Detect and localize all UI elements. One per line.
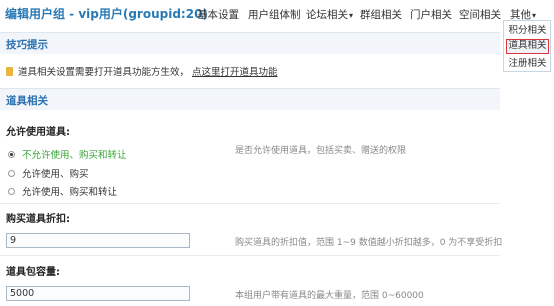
tips-header: 技巧提示 — [0, 32, 500, 54]
nav-basic-settings[interactable]: 基本设置 — [197, 7, 239, 22]
radio-icon — [8, 170, 15, 177]
magic-section-header: 道具相关 — [0, 88, 500, 110]
discount-label: 购买道具折扣: — [6, 214, 70, 225]
divider — [0, 255, 500, 256]
other-dropdown-menu: 积分相关 道具相关 注册相关 — [503, 20, 551, 72]
top-bar: 编辑用户组 - vip用户(groupid:20) 基本设置 用户组体制 论坛相… — [0, 0, 554, 26]
capacity-label: 道具包容量: — [6, 267, 60, 278]
capacity-description: 本组用户带有道具的最大重量，范围 0~60000 — [235, 291, 424, 301]
radio-icon — [8, 188, 15, 195]
nav-label: 群组相关 — [360, 9, 402, 21]
enable-magic-link[interactable]: 点这里打开道具功能 — [192, 67, 278, 78]
radio-selected-icon — [8, 151, 15, 158]
tips-title: 技巧提示 — [6, 39, 48, 51]
chevron-down-icon: ▾ — [532, 11, 537, 20]
radio-label: 允许使用、购买 — [22, 169, 89, 180]
nav-label: 用户组体制 — [248, 9, 301, 21]
discount-input[interactable]: 9 — [6, 233, 190, 248]
chevron-down-icon: ▾ — [349, 11, 354, 20]
allow-use-label: 允许使用道具: — [6, 127, 70, 138]
radio-option-disallow[interactable]: 不允许使用、购买和转让 — [8, 147, 127, 161]
radio-option-use-buy[interactable]: 允许使用、购买 — [8, 166, 89, 180]
discount-description: 购买道具的折扣值，范围 1~9 数值越小折扣越多，0 为不享受折扣 — [235, 238, 503, 248]
nav-label: 空间相关 — [459, 9, 501, 21]
divider — [0, 203, 500, 204]
page-title: 编辑用户组 - vip用户(groupid:20) — [5, 7, 208, 21]
radio-label: 不允许使用、购买和转让 — [22, 150, 127, 161]
allow-use-description: 是否允许使用道具，包括买卖、赠送的权限 — [235, 146, 407, 156]
dropdown-item-magic[interactable]: 道具相关 — [506, 39, 549, 54]
tip-text: 道具相关设置需要打开道具功能方生效， — [18, 67, 190, 78]
nav-group[interactable]: 群组相关 — [360, 7, 402, 22]
nav-label: 门户相关 — [410, 9, 452, 21]
nav-forum[interactable]: 论坛相关▾ — [306, 7, 353, 22]
lightbulb-icon — [6, 67, 13, 76]
nav-portal[interactable]: 门户相关 — [410, 7, 452, 22]
nav-label: 基本设置 — [197, 9, 239, 21]
nav-label: 论坛相关 — [306, 9, 348, 21]
nav-user-group-system[interactable]: 用户组体制 — [248, 7, 301, 22]
dropdown-item-credits[interactable]: 积分相关 — [506, 23, 549, 38]
nav-space[interactable]: 空间相关 — [459, 7, 501, 22]
radio-label: 允许使用、购买和转让 — [22, 187, 118, 198]
radio-option-use-buy-transfer[interactable]: 允许使用、购买和转让 — [8, 184, 117, 198]
capacity-input[interactable]: 5000 — [6, 286, 190, 301]
dropdown-item-register[interactable]: 注册相关 — [506, 56, 549, 71]
tip-line: 道具相关设置需要打开道具功能方生效， 点这里打开道具功能 — [6, 64, 278, 78]
section-title: 道具相关 — [6, 95, 48, 107]
